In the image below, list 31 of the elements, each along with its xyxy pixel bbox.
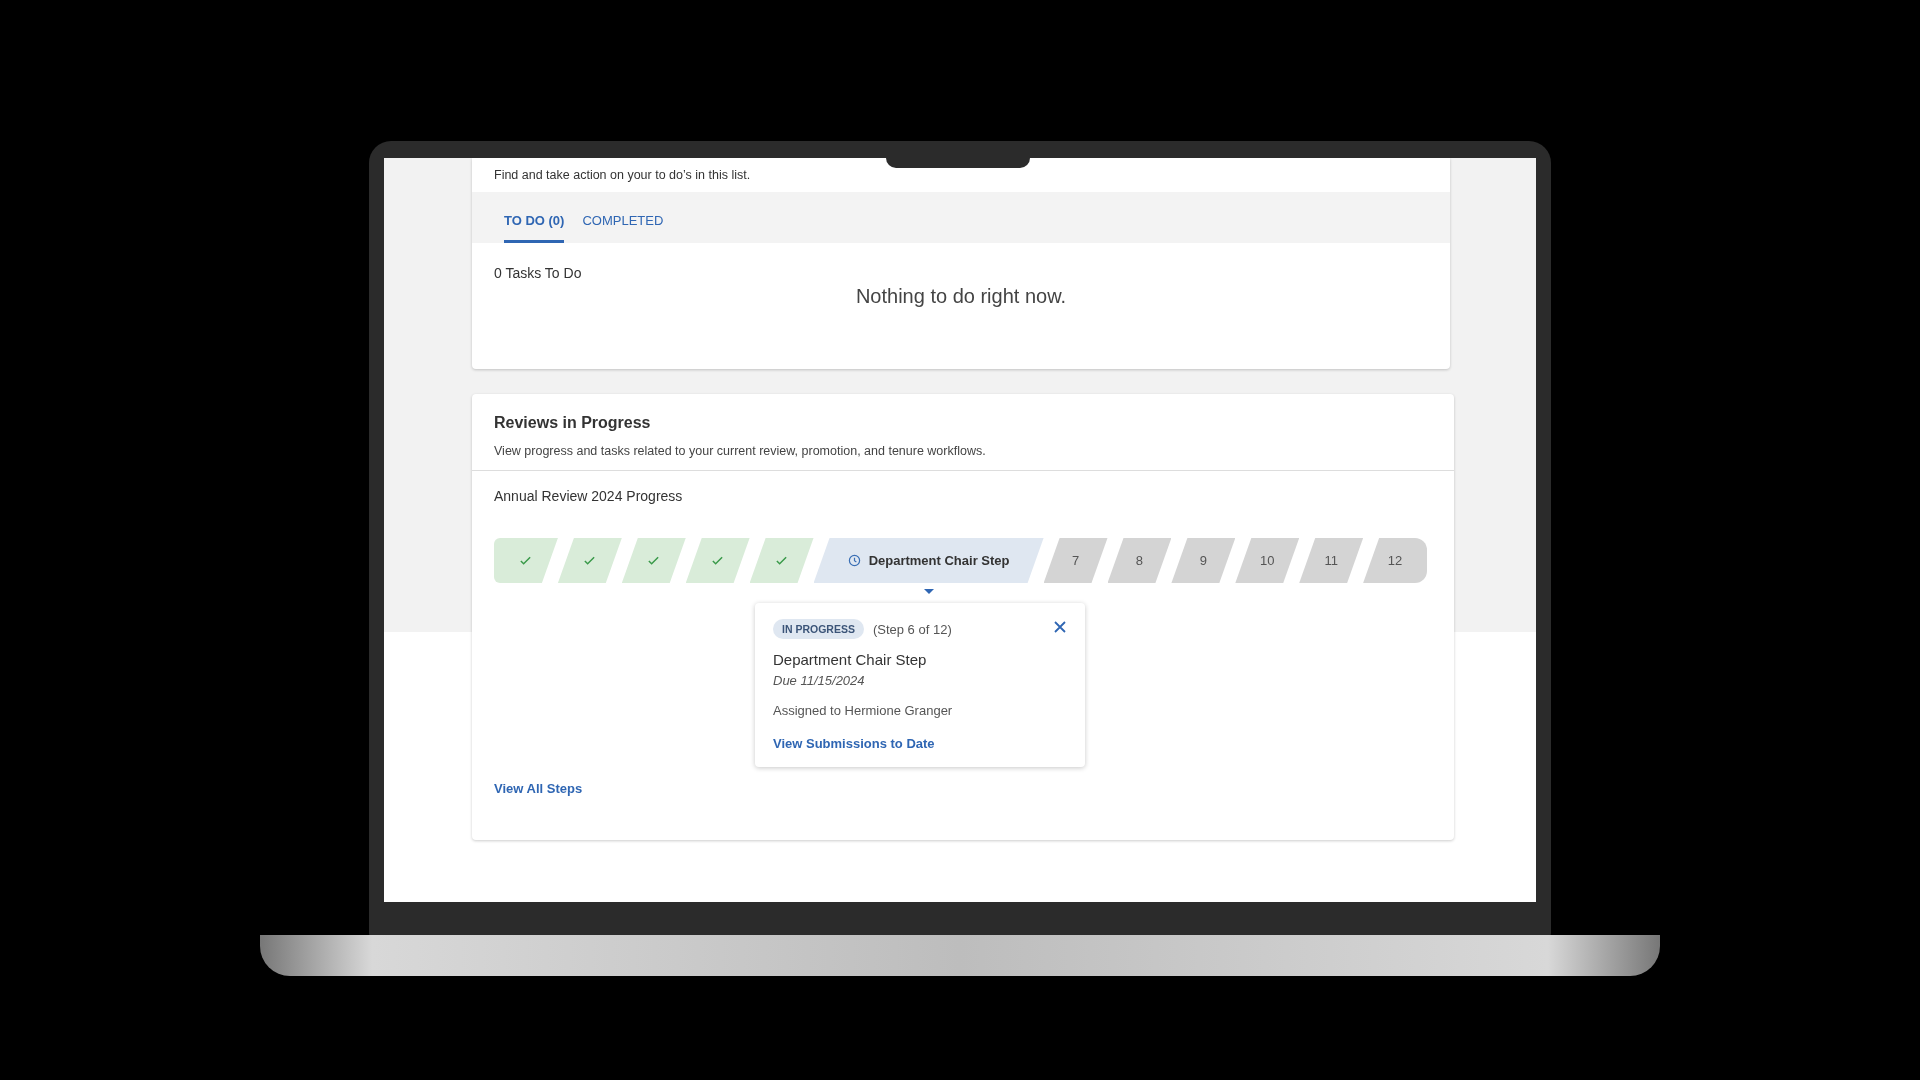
clock-icon <box>847 554 861 567</box>
progress-step[interactable]: 8 <box>1107 538 1172 583</box>
assignee: Assigned to Hermione Granger <box>773 703 954 718</box>
submissions-link[interactable]: View Submissions to Date <box>773 736 935 751</box>
view-all-link[interactable]: View All Steps <box>494 781 583 796</box>
card-subtitle: Find and take action on your to do’s in this list. <box>494 168 751 182</box>
status-badge: IN PROGRESS <box>773 619 864 639</box>
progress-step[interactable]: 9 <box>1171 538 1236 583</box>
card-title: Reviews in Progress <box>494 414 652 432</box>
card-description: View progress and tasks related to your current review, promotion, and tenure workflows. <box>494 444 987 458</box>
check-icon <box>775 554 789 567</box>
progress-step[interactable]: 10 <box>1235 538 1300 583</box>
check-icon <box>711 554 725 567</box>
progress-step[interactable]: Department Chair Step <box>813 538 1044 583</box>
empty-message: Nothing to do right now. <box>855 285 1067 308</box>
pointer-icon <box>923 589 934 594</box>
close-icon[interactable] <box>1053 620 1067 634</box>
tab[interactable]: TO DO (0) <box>504 213 565 243</box>
progress-title: Annual Review 2024 Progress <box>494 488 683 504</box>
due-date: Due 11/15/2024 <box>773 673 866 688</box>
check-icon <box>519 554 533 567</box>
check-icon <box>583 554 597 567</box>
tab[interactable]: COMPLETED <box>582 213 664 243</box>
step-name: Department Chair Step <box>773 651 928 668</box>
step-count: (Step 6 of 12) <box>872 621 952 637</box>
task-count: 0 Tasks To Do <box>494 265 582 281</box>
progress-step[interactable]: 7 <box>1043 538 1108 583</box>
progress-step[interactable]: 11 <box>1299 538 1364 583</box>
check-icon <box>647 554 661 567</box>
progress-step[interactable]: 12 <box>1363 538 1428 583</box>
progress-step[interactable] <box>494 538 558 583</box>
